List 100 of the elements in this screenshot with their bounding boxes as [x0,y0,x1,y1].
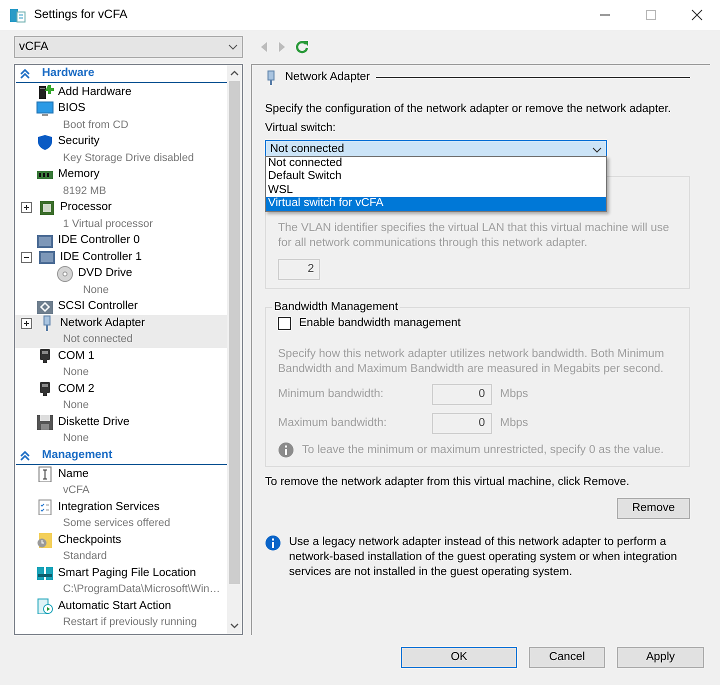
item-detail: 8192 MB [62,184,108,199]
item-detail: Key Storage Drive disabled [62,150,195,166]
dialog-button[interactable]: Cancel [529,647,605,668]
tree-item[interactable]: COM 1 None [15,348,227,381]
network-plug-icon [265,70,277,86]
processor-chip-icon [38,200,56,216]
shield-icon [36,134,54,150]
group-title: Bandwidth Management [272,300,400,315]
tree-item[interactable]: DVD Drive None [15,265,227,298]
tree-item[interactable]: Security Key Storage Drive disabled [15,133,227,166]
dialog-button[interactable]: Apply [617,647,704,668]
caret-icon [592,146,602,153]
tree-item[interactable]: IDE Controller 0 [15,232,227,249]
description-text: Specify the configuration of the network adapter or remove the network adapter. [265,102,672,117]
note-text: To leave the minimum or maximum unrestricted, specify 0 as the value. [302,442,664,458]
item-label: Memory [58,167,100,182]
tree-item[interactable]: COM 2 None [15,380,227,414]
tree-item[interactable]: BIOS Boot from CD [15,100,227,134]
item-label: Automatic Start Action [58,598,172,614]
item-detail: 1 Virtual processor [62,216,154,232]
remove-button[interactable]: Remove [617,498,690,520]
item-label: Integration Services [58,500,160,515]
item-detail: None [62,398,90,414]
item-detail: None [62,365,90,380]
dropdown-option[interactable]: Default Switch [266,170,606,184]
field-label: Minimum bandwidth: [278,387,384,402]
unit-label: Mbps [500,387,528,402]
caret-icon [228,44,238,50]
expand-icon[interactable] [21,318,32,329]
item-detail: vCFA [62,483,90,498]
tree-item[interactable]: SCSI Controller [15,298,227,315]
item-label: BIOS [58,101,86,116]
remove-text: To remove the network adapter from this virtual machine, click Remove. [265,475,630,490]
item-label: IDE Controller 1 [60,250,142,265]
controller-card-icon [36,298,54,315]
tree-item[interactable]: Memory 8192 MB [15,166,227,200]
collapse-icon[interactable] [21,252,32,263]
collapse-chevron-icon[interactable] [20,68,30,79]
item-label: Processor [60,200,112,216]
item-detail: Restart if previously running [62,615,198,630]
item-label: Security [58,134,100,150]
play-document-icon [36,598,54,614]
tree-item[interactable]: Add Hardware [15,84,227,100]
checkbox-label: Enable bandwidth management [299,316,461,331]
item-detail: C:\ProgramData\Microsoft\Win… [62,582,222,598]
item-label: Diskette Drive [58,414,130,430]
item-label: SCSI Controller [58,299,138,314]
item-label: Name [58,466,89,482]
unit-label: Mbps [500,416,528,432]
vm-dropdown[interactable]: vCFA [14,36,243,58]
tree-item[interactable]: Name vCFA [15,466,227,499]
tree-item[interactable]: Processor 1 Virtual processor [15,199,227,232]
collapse-chevron-icon[interactable] [20,450,30,461]
dialog-button[interactable]: OK [401,647,517,668]
item-detail: Boot from CD [62,118,130,133]
item-detail: None [62,431,90,446]
controller-card-icon [36,232,54,249]
item-label: Smart Paging File Location [58,566,196,581]
disc-icon [56,266,74,282]
item-label: COM 2 [58,382,94,397]
field-label: Virtual switch: [265,120,337,136]
folder-clock-icon [36,532,54,548]
item-detail: Standard [62,549,108,564]
tree-item[interactable]: Integration Services Some services offered [15,498,227,532]
item-detail: Not connected [62,332,134,348]
vlan-description: The VLAN identifier specifies the virtual LAN that this virtual machine will use for all network communications through this network adapter. [278,220,670,251]
tree-item[interactable]: Smart Paging File Location C:\ProgramData\Microsoft\Win… [15,564,227,598]
item-label: Network Adapter [60,316,146,331]
monitor-icon [36,100,54,117]
section-header: Management [42,448,112,464]
tree-item[interactable]: IDE Controller 1 [15,248,227,266]
page-grid-icon [36,565,54,582]
item-label: Add Hardware [58,84,132,100]
item-label: IDE Controller 0 [58,233,140,248]
field-label: Maximum bandwidth: [278,416,388,432]
controller-card-icon [38,249,56,266]
tree-item[interactable]: Automatic Start Action Restart if previously running [15,598,227,631]
tree-item[interactable]: Diskette Drive None [15,414,227,447]
item-detail: None [82,282,110,298]
window-title: Settings for vCFA [34,7,128,23]
info-icon [278,442,294,458]
info-icon [265,535,281,552]
tree-item[interactable]: Network Adapter Not connected [15,314,227,348]
expand-icon[interactable] [21,202,32,214]
checklist-icon [36,499,54,516]
bandwidth-description: Specify how this network adapter utilizes network bandwidth. Both Minimum Bandwidth and Maximum Bandwidth are measured in Megabits per second. [278,346,666,376]
text-cursor-icon [36,466,54,482]
dropdown-option[interactable]: WSL [266,184,606,198]
item-label: DVD Drive [78,266,132,282]
refresh-icon[interactable] [295,40,309,54]
settings-window-icon [8,6,26,24]
section-header: Hardware [42,66,94,82]
item-label: COM 1 [58,348,94,364]
info-text: Use a legacy network adapter instead of this network adapter to perform a network-based installation of the guest operating system or when integration services are not installed in the guest operating system. [289,535,678,580]
section-title: Network Adapter [285,70,370,86]
dropdown-option[interactable]: Virtual switch for vCFA [266,197,606,211]
tree-item[interactable]: Checkpoints Standard [15,532,227,565]
scrollbar-thumb[interactable] [229,80,240,584]
item-label: Checkpoints [58,532,122,548]
tower-plus-icon [36,84,54,100]
